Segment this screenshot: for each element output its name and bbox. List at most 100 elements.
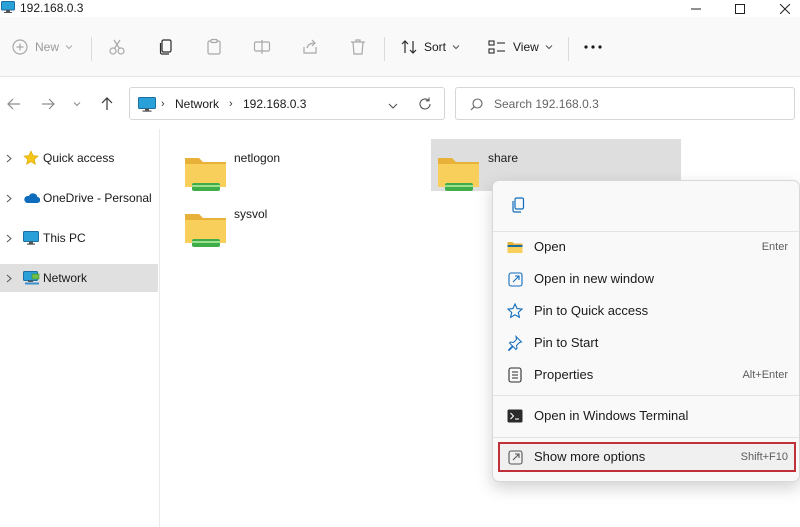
sidebar-item-quick-access[interactable]: Quick access bbox=[0, 144, 158, 172]
breadcrumb-separator: › bbox=[229, 98, 233, 110]
breadcrumb-separator: › bbox=[161, 98, 165, 110]
chevron-down-icon bbox=[545, 45, 553, 50]
sort-button[interactable]: Sort bbox=[401, 17, 460, 77]
copy-icon bbox=[512, 197, 525, 213]
menu-item-shortcut: Shift+F10 bbox=[740, 451, 788, 463]
menu-item-open-terminal[interactable]: Open in Windows Terminal bbox=[498, 401, 796, 431]
sidebar-item-label: Quick access bbox=[43, 151, 115, 165]
maximize-icon bbox=[735, 3, 745, 14]
back-button[interactable] bbox=[4, 94, 24, 114]
search-icon bbox=[470, 98, 483, 114]
divider bbox=[91, 37, 92, 61]
breadcrumb-network[interactable]: Network bbox=[175, 97, 219, 111]
menu-item-show-more-options[interactable]: Show more options Shift+F10 bbox=[498, 442, 796, 472]
maximize-button[interactable] bbox=[725, 0, 755, 17]
copy-action-button[interactable] bbox=[507, 195, 529, 215]
view-button[interactable]: View bbox=[488, 17, 553, 77]
monitor-icon bbox=[138, 97, 156, 115]
sidebar-item-this-pc[interactable]: This PC bbox=[0, 224, 158, 252]
menu-item-properties[interactable]: Properties Alt+Enter bbox=[498, 360, 796, 390]
sidebar-item-network[interactable]: Network bbox=[0, 264, 158, 292]
plus-circle-icon bbox=[12, 39, 28, 55]
menu-item-label: Show more options bbox=[534, 449, 646, 464]
chevron-right-icon[interactable] bbox=[2, 154, 16, 163]
close-button[interactable] bbox=[770, 0, 800, 17]
breadcrumb-host[interactable]: 192.168.0.3 bbox=[243, 97, 306, 111]
close-icon bbox=[780, 3, 790, 14]
menu-item-label: Open in new window bbox=[534, 271, 654, 286]
terminal-icon bbox=[507, 408, 523, 424]
divider bbox=[384, 37, 385, 61]
sidebar-item-onedrive[interactable]: OneDrive - Personal bbox=[0, 184, 158, 212]
search-input[interactable] bbox=[494, 95, 784, 113]
menu-item-label: Pin to Start bbox=[534, 335, 599, 350]
menu-item-open-new-window[interactable]: Open in new window bbox=[498, 264, 796, 294]
star-outline-icon bbox=[507, 303, 523, 319]
copy-button[interactable] bbox=[157, 17, 175, 77]
forward-button[interactable] bbox=[38, 94, 58, 114]
minimize-button[interactable] bbox=[681, 0, 711, 17]
sidebar-item-label: This PC bbox=[43, 231, 86, 245]
view-label: View bbox=[513, 40, 539, 54]
folder-item-sysvol[interactable]: sysvol bbox=[181, 195, 421, 247]
delete-button[interactable] bbox=[349, 17, 367, 77]
folder-open-icon bbox=[507, 239, 523, 255]
cloud-icon bbox=[22, 192, 40, 204]
sort-icon bbox=[401, 40, 417, 54]
arrow-right-icon bbox=[42, 98, 55, 110]
folder-name: netlogon bbox=[234, 151, 281, 165]
rename-icon bbox=[253, 40, 271, 54]
menu-item-label: Open bbox=[534, 239, 566, 254]
shared-folder-icon bbox=[184, 209, 228, 252]
sidebar-item-label: Network bbox=[43, 271, 88, 285]
arrow-up-icon bbox=[101, 97, 113, 110]
menu-item-label: Properties bbox=[534, 367, 594, 382]
chevron-right-icon[interactable] bbox=[2, 234, 16, 243]
title-bar: 192.168.0.3 bbox=[0, 0, 800, 17]
window-title: 192.168.0.3 bbox=[20, 1, 84, 15]
monitor-icon bbox=[1, 1, 15, 13]
monitor-icon bbox=[22, 231, 40, 245]
menu-item-pin-quick-access[interactable]: Pin to Quick access bbox=[498, 296, 796, 326]
properties-icon bbox=[507, 367, 523, 383]
trash-icon bbox=[351, 39, 365, 55]
new-window-icon bbox=[507, 271, 523, 287]
context-menu-quick-actions bbox=[493, 181, 799, 225]
address-history-button[interactable] bbox=[388, 99, 398, 113]
folder-item-netlogon[interactable]: netlogon bbox=[181, 139, 421, 191]
shared-folder-icon bbox=[437, 153, 481, 196]
share-icon bbox=[303, 39, 317, 54]
command-bar: New Sort View bbox=[0, 17, 800, 77]
sort-label: Sort bbox=[424, 40, 447, 54]
view-list-icon bbox=[488, 40, 505, 54]
refresh-icon bbox=[419, 97, 431, 110]
chevron-down-icon bbox=[452, 45, 460, 50]
up-button[interactable] bbox=[97, 94, 117, 114]
arrow-left-icon bbox=[7, 98, 20, 110]
refresh-button[interactable] bbox=[418, 97, 432, 114]
share-button[interactable] bbox=[301, 17, 319, 77]
menu-item-pin-start[interactable]: Pin to Start bbox=[498, 328, 796, 358]
address-bar[interactable]: › Network › 192.168.0.3 bbox=[129, 87, 445, 120]
shared-folder-icon bbox=[184, 153, 228, 196]
new-button[interactable]: New bbox=[12, 17, 73, 77]
folder-name: sysvol bbox=[234, 207, 268, 221]
chevron-right-icon[interactable] bbox=[2, 274, 16, 283]
chevron-down-icon bbox=[73, 102, 81, 107]
more-icon bbox=[584, 45, 602, 49]
cut-button[interactable] bbox=[108, 17, 126, 77]
rename-button[interactable] bbox=[253, 17, 271, 77]
chevron-right-icon[interactable] bbox=[2, 194, 16, 203]
menu-item-shortcut: Alt+Enter bbox=[742, 369, 788, 381]
folder-name: share bbox=[488, 151, 519, 165]
minimize-icon bbox=[691, 8, 701, 9]
more-options-button[interactable] bbox=[583, 17, 603, 77]
star-icon bbox=[22, 150, 40, 166]
divider bbox=[568, 37, 569, 61]
menu-item-open[interactable]: Open Enter bbox=[498, 232, 796, 262]
recent-locations-button[interactable] bbox=[67, 94, 87, 114]
sidebar-item-label: OneDrive - Personal bbox=[43, 191, 152, 205]
chevron-down-icon bbox=[65, 45, 73, 50]
menu-divider bbox=[493, 437, 799, 438]
paste-button[interactable] bbox=[205, 17, 223, 77]
